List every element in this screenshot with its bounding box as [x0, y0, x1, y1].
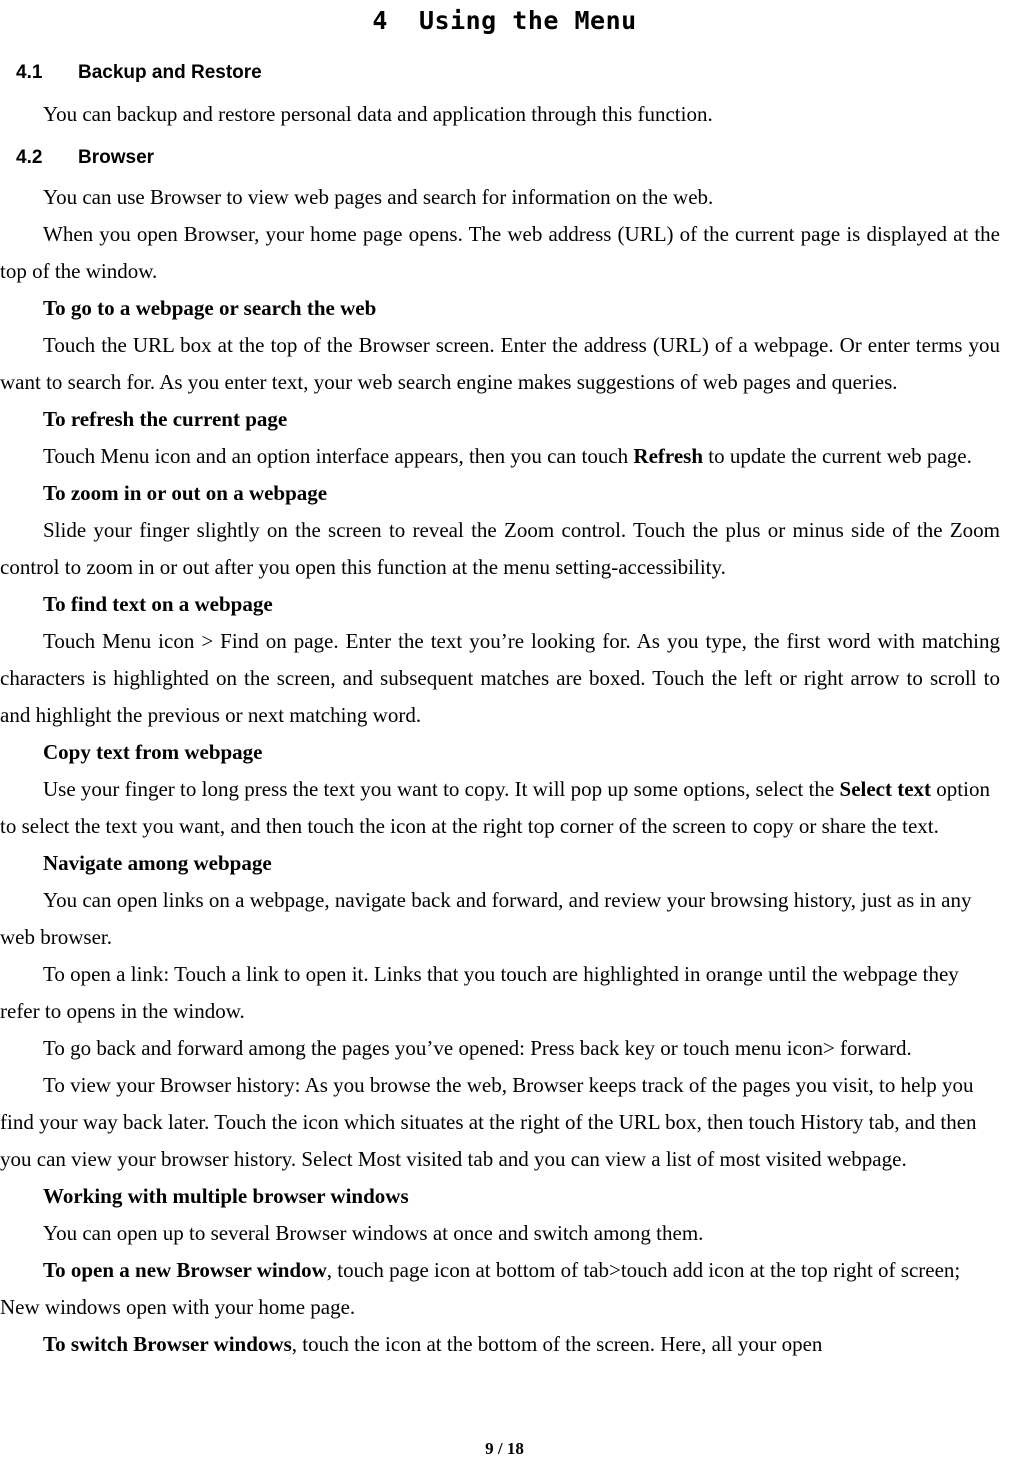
paragraph-switch-windows: To switch Browser windows, touch the ico… [0, 1326, 1009, 1363]
paragraph-text: Touch the URL box at the top of the Brow… [0, 333, 1000, 394]
paragraph-open-new-window: To open a new Browser window, touch page… [0, 1252, 1009, 1326]
section-heading-4-2: 4.2 Browser [0, 145, 1009, 171]
paragraph-text: You can open up to several Browser windo… [43, 1221, 704, 1245]
paragraph-text: , touch the icon at the bottom of the sc… [291, 1332, 823, 1356]
subheading-text: Navigate among webpage [43, 851, 272, 875]
paragraph-text: You can backup and restore personal data… [43, 102, 713, 126]
paragraph-browser-intro-1: You can use Browser to view web pages an… [0, 179, 1009, 216]
section-heading-4-1: 4.1 Backup and Restore [0, 60, 1009, 86]
paragraph-text-pre: Touch Menu icon and an option interface … [43, 444, 634, 468]
paragraph-navigate-1: You can open links on a webpage, navigat… [0, 882, 1009, 956]
subheading-refresh-page: To refresh the current page [0, 401, 1009, 438]
subheading-zoom-webpage: To zoom in or out on a webpage [0, 475, 1009, 512]
subheading-text: Copy text from webpage [43, 740, 263, 764]
subheading-text: To find text on a webpage [43, 592, 273, 616]
paragraph-text-pre: Use your finger to long press the text y… [43, 777, 840, 801]
section-number-4-2: 4.2 [16, 147, 43, 168]
emphasis-select-text: Select text [839, 777, 932, 801]
subheading-text: To refresh the current page [43, 407, 288, 431]
chapter-title: 4 Using the Menu [372, 6, 637, 35]
paragraph-navigate-2: To open a link: Touch a link to open it.… [0, 956, 1009, 1030]
paragraph-copy-text: Use your finger to long press the text y… [0, 771, 1009, 845]
paragraph-goto-webpage: Touch the URL box at the top of the Brow… [0, 327, 1009, 401]
paragraph-text-post: to update the current web page. [703, 444, 972, 468]
paragraph-text: To open a link: Touch a link to open it.… [0, 962, 959, 1023]
section-title-4-2: Browser [78, 147, 155, 168]
emphasis-open-new-window: To open a new Browser window [43, 1258, 327, 1282]
paragraph-text: Touch Menu icon > Find on page. Enter th… [0, 629, 1000, 727]
paragraph-zoom-webpage: Slide your finger slightly on the screen… [0, 512, 1009, 586]
subheading-text: To go to a webpage or search the web [43, 296, 377, 320]
emphasis-switch-windows: To switch Browser windows [43, 1332, 292, 1356]
paragraph-navigate-3: To go back and forward among the pages y… [0, 1030, 1009, 1067]
subheading-text: Working with multiple browser windows [43, 1184, 409, 1208]
paragraph-text: You can open links on a webpage, navigat… [0, 888, 972, 949]
paragraph-browser-intro-2: When you open Browser, your home page op… [0, 216, 1009, 290]
paragraph-text: Slide your finger slightly on the screen… [0, 518, 1000, 579]
subheading-navigate-webpage: Navigate among webpage [0, 845, 1009, 882]
subheading-multiple-windows: Working with multiple browser windows [0, 1178, 1009, 1215]
subheading-find-text: To find text on a webpage [0, 586, 1009, 623]
section-title-4-1: Backup and Restore [78, 62, 262, 83]
subheading-copy-text: Copy text from webpage [0, 734, 1009, 771]
subheading-goto-webpage: To go to a webpage or search the web [0, 290, 1009, 327]
paragraph-text: You can use Browser to view web pages an… [43, 185, 714, 209]
paragraph-multiple-windows: You can open up to several Browser windo… [0, 1215, 1009, 1252]
subheading-text: To zoom in or out on a webpage [43, 481, 328, 505]
paragraph-text: To view your Browser history: As you bro… [0, 1073, 977, 1171]
paragraph-text: To go back and forward among the pages y… [43, 1036, 912, 1060]
emphasis-refresh: Refresh [633, 444, 704, 468]
paragraph-find-text: Touch Menu icon > Find on page. Enter th… [0, 623, 1009, 734]
page-number-footer: 9 / 18 [485, 1439, 524, 1458]
paragraph-refresh-page: Touch Menu icon and an option interface … [0, 438, 1009, 475]
paragraph-text: When you open Browser, your home page op… [0, 222, 1000, 283]
document-page: 4 Using the Menu 4.1 Backup and Restore Y… [0, 0, 1009, 1465]
paragraph-navigate-4: To view your Browser history: As you bro… [0, 1067, 1009, 1178]
paragraph-backup-restore: You can backup and restore personal data… [0, 96, 1009, 133]
section-number-4-1: 4.1 [16, 62, 43, 83]
